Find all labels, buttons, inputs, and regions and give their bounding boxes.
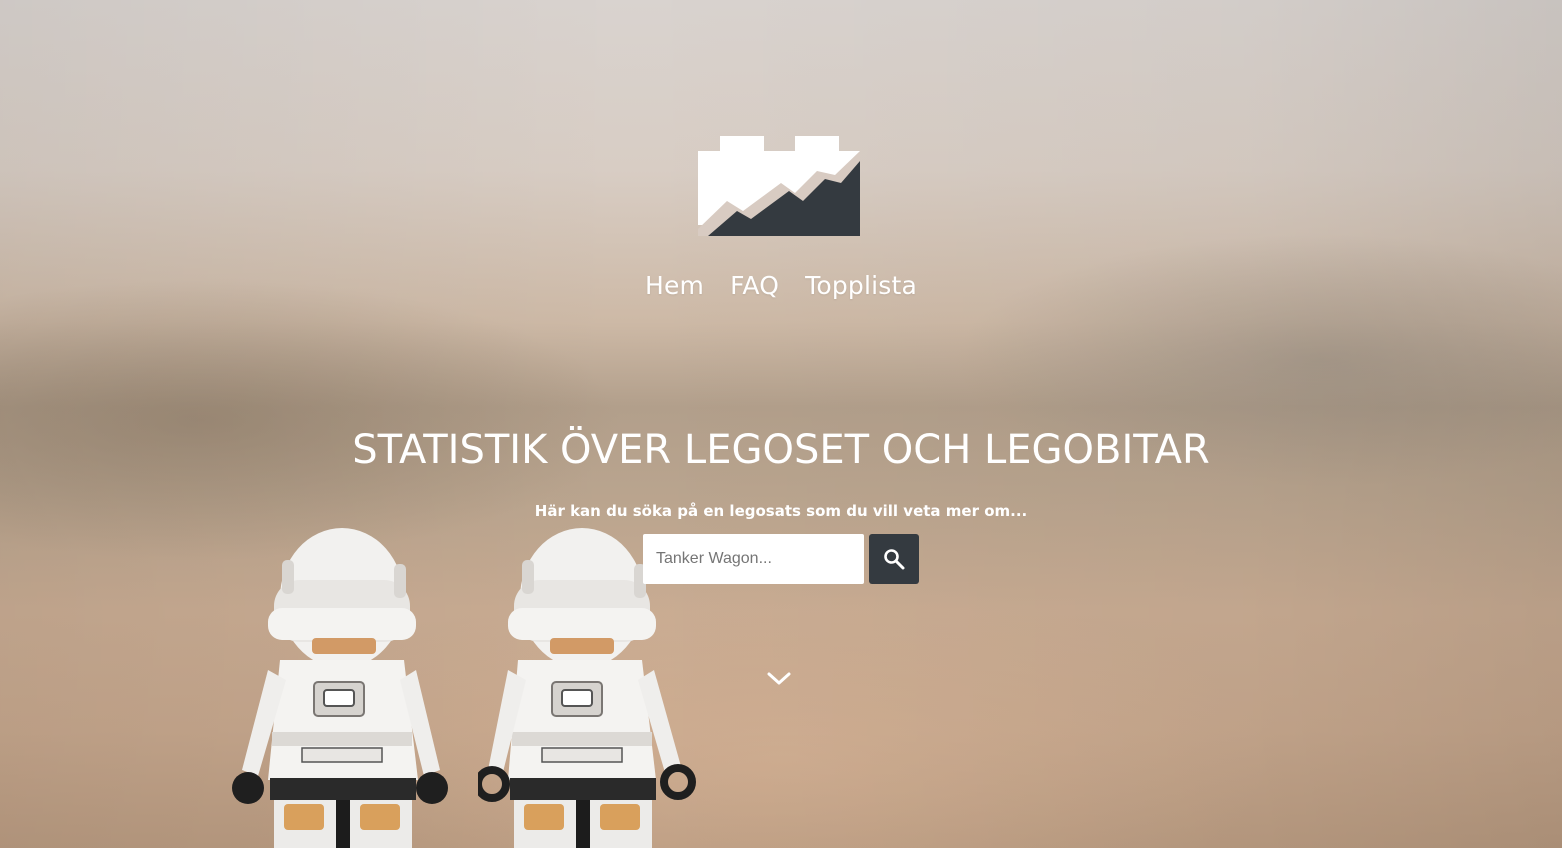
search-input[interactable] [643, 534, 864, 584]
nav-link-faq[interactable]: FAQ [730, 271, 779, 300]
nav-link-hem[interactable]: Hem [645, 271, 704, 300]
hero-background [0, 0, 1562, 848]
nav-link-topplista[interactable]: Topplista [805, 271, 917, 300]
hero-subtitle: Här kan du söka på en legosats som du vi… [534, 502, 1028, 520]
lego-brick-chart-logo[interactable] [697, 135, 861, 236]
main-nav: Hem FAQ Topplista [0, 271, 1562, 300]
hero-title: STATISTIK ÖVER LEGOSET OCH LEGOBITAR [352, 427, 1210, 473]
chevron-down-icon[interactable] [766, 668, 792, 688]
search-icon [884, 549, 905, 570]
search-button[interactable] [869, 534, 919, 584]
search-form [643, 534, 919, 584]
stormtrooper-figure-left [232, 528, 448, 848]
